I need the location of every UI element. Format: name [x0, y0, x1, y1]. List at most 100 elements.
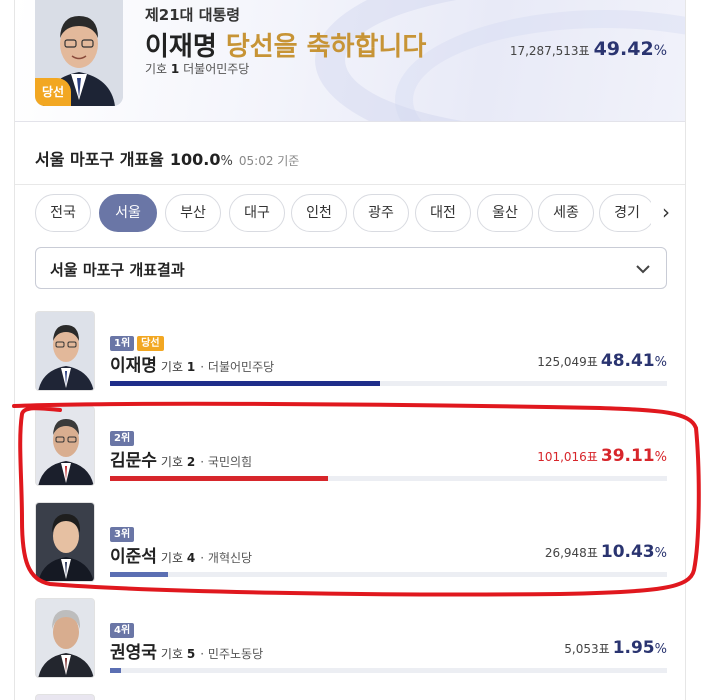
number-label: 기호 [145, 62, 168, 76]
count-rate: 서울 마포구 개표율 100.0% 05:02 기준 [35, 146, 299, 170]
region-chip[interactable]: 울산 [477, 194, 533, 232]
candidate-photo [35, 502, 95, 582]
candidate-photo [35, 406, 95, 486]
candidate-number-group: 기호 1 [161, 360, 195, 374]
party-name: · 개혁신당 [200, 551, 253, 565]
region-chip[interactable]: 대전 [415, 194, 471, 232]
candidate-number-group: 기호 2 [161, 455, 195, 469]
vote-count: 17,287,513표 [509, 44, 590, 58]
vote-percent: 49.42% [594, 38, 667, 60]
candidate-number: 4 [186, 551, 196, 565]
vote-percent: 48.41% [601, 351, 667, 371]
party-name: · 국민의힘 [200, 455, 253, 469]
rank-badges: 1위 당선 [110, 331, 164, 351]
vote-percent-unit: % [654, 450, 667, 465]
candidate-number: 1 [186, 360, 196, 374]
party-name: 더불어민주당 [183, 62, 250, 76]
district-select-label: 서울 마포구 개표결과 [50, 261, 185, 279]
candidate-number: 5 [186, 647, 196, 661]
divider [15, 184, 685, 185]
candidate-info: 이준석 기호 4 · 개혁신당 [110, 542, 252, 567]
vote-share-bar [110, 381, 667, 386]
candidate-name: 이준석 [110, 547, 157, 567]
candidate-result: 101,016표 39.11% [537, 446, 667, 466]
candidate-name: 김문수 [110, 451, 157, 471]
winner-meta: 기호 1 더불어민주당 [145, 60, 249, 77]
rank-badges: 3위 [110, 522, 135, 542]
winner-banner: 당선 제21대 대통령 이재명 당선을 축하합니다 기호 1 더불어민주당 17… [15, 0, 685, 122]
vote-percent: 10.43% [601, 542, 667, 562]
count-timestamp: 05:02 기준 [238, 154, 300, 168]
chevron-right-icon[interactable]: › [651, 194, 681, 232]
candidate-result: 5,053표 1.95% [564, 638, 667, 658]
vote-share-fill [110, 476, 328, 481]
candidate-photo [35, 694, 95, 700]
candidate-info: 김문수 기호 2 · 국민의힘 [110, 446, 252, 471]
vote-percent-value: 49.42 [593, 38, 654, 60]
party-name: · 더불어민주당 [200, 360, 275, 374]
vote-count: 5,053표 [564, 642, 610, 656]
party-name: · 민주노동당 [200, 647, 264, 661]
rank-badges: 2위 [110, 426, 135, 446]
rank-badge: 3위 [110, 527, 135, 542]
candidate-result: 26,948표 10.43% [545, 542, 667, 562]
elected-badge: 당선 [137, 336, 164, 351]
district-select[interactable]: 서울 마포구 개표결과 [35, 247, 667, 289]
count-rate-label: 서울 마포구 개표율 [35, 150, 164, 169]
region-chip[interactable]: 세종 [538, 194, 594, 232]
rank-badge: 1위 [110, 336, 135, 351]
count-rate-value: 100.0 [169, 150, 221, 169]
candidate-info: 이재명 기호 1 · 더불어민주당 [110, 351, 274, 376]
vote-percent-unit: % [654, 355, 667, 370]
candidate-number: 2 [186, 455, 196, 469]
candidate-number-group: 기호 4 [161, 551, 195, 565]
number-label: 기호 [160, 551, 184, 565]
region-chip[interactable]: 전국 [35, 194, 91, 232]
region-tabs: 전국 서울 부산 대구 인천 광주 대전 울산 세종 경기 [35, 194, 675, 234]
vote-percent-unit: % [653, 43, 667, 59]
number-label: 기호 [160, 455, 184, 469]
candidate-number-group: 기호 5 [161, 647, 195, 661]
rank-badge: 2위 [110, 431, 135, 446]
vote-count: 26,948표 [544, 546, 598, 560]
candidate-number: 1 [170, 62, 180, 76]
rank-badges: 4위 [110, 618, 135, 638]
region-chip[interactable]: 광주 [353, 194, 409, 232]
candidate-row: 3위 이준석 기호 4 · 개혁신당 26,948표 10.43% [35, 502, 667, 582]
candidate-row: 1위 당선 이재명 기호 1 · 더불어민주당 125,049표 48.41% [35, 311, 667, 391]
candidate-photo [35, 311, 95, 391]
vote-share-bar [110, 572, 667, 577]
vote-share-bar [110, 668, 667, 673]
chevron-down-icon [636, 265, 650, 274]
count-rate-unit: % [220, 154, 233, 169]
vote-count: 101,016표 [537, 450, 598, 464]
vote-percent-value: 1.95 [612, 638, 655, 658]
vote-percent-unit: % [654, 642, 667, 657]
vote-percent: 39.11% [601, 446, 667, 466]
election-title: 제21대 대통령 [145, 6, 241, 24]
vote-percent-unit: % [654, 546, 667, 561]
congrats-text: 당선을 축하합니다 [225, 32, 427, 62]
vote-percent-value: 10.43 [600, 542, 655, 562]
number-label: 기호 [160, 647, 184, 661]
region-chip[interactable]: 경기 [599, 194, 655, 232]
election-results-panel: 당선 제21대 대통령 이재명 당선을 축하합니다 기호 1 더불어민주당 17… [14, 0, 686, 700]
candidate-photo [35, 598, 95, 678]
number-label: 기호 [160, 360, 184, 374]
vote-percent: 1.95% [613, 638, 667, 658]
vote-count: 125,049표 [537, 355, 598, 369]
vote-percent-value: 39.11 [600, 446, 655, 466]
region-chip[interactable]: 대구 [229, 194, 285, 232]
region-chip-selected[interactable]: 서울 [99, 194, 157, 232]
candidate-row: 2위 김문수 기호 2 · 국민의힘 101,016표 39.11% [35, 406, 667, 486]
candidate-name: 권영국 [110, 643, 157, 663]
winner-name: 이재명 [145, 32, 217, 62]
vote-share-fill [110, 668, 121, 673]
candidate-name: 이재명 [110, 356, 157, 376]
region-chip[interactable]: 부산 [165, 194, 221, 232]
winner-headline: 이재명 당선을 축하합니다 [145, 26, 426, 63]
region-chip[interactable]: 인천 [291, 194, 347, 232]
candidate-info: 권영국 기호 5 · 민주노동당 [110, 638, 263, 663]
vote-share-fill [110, 572, 169, 577]
candidate-result: 125,049표 48.41% [537, 351, 667, 371]
